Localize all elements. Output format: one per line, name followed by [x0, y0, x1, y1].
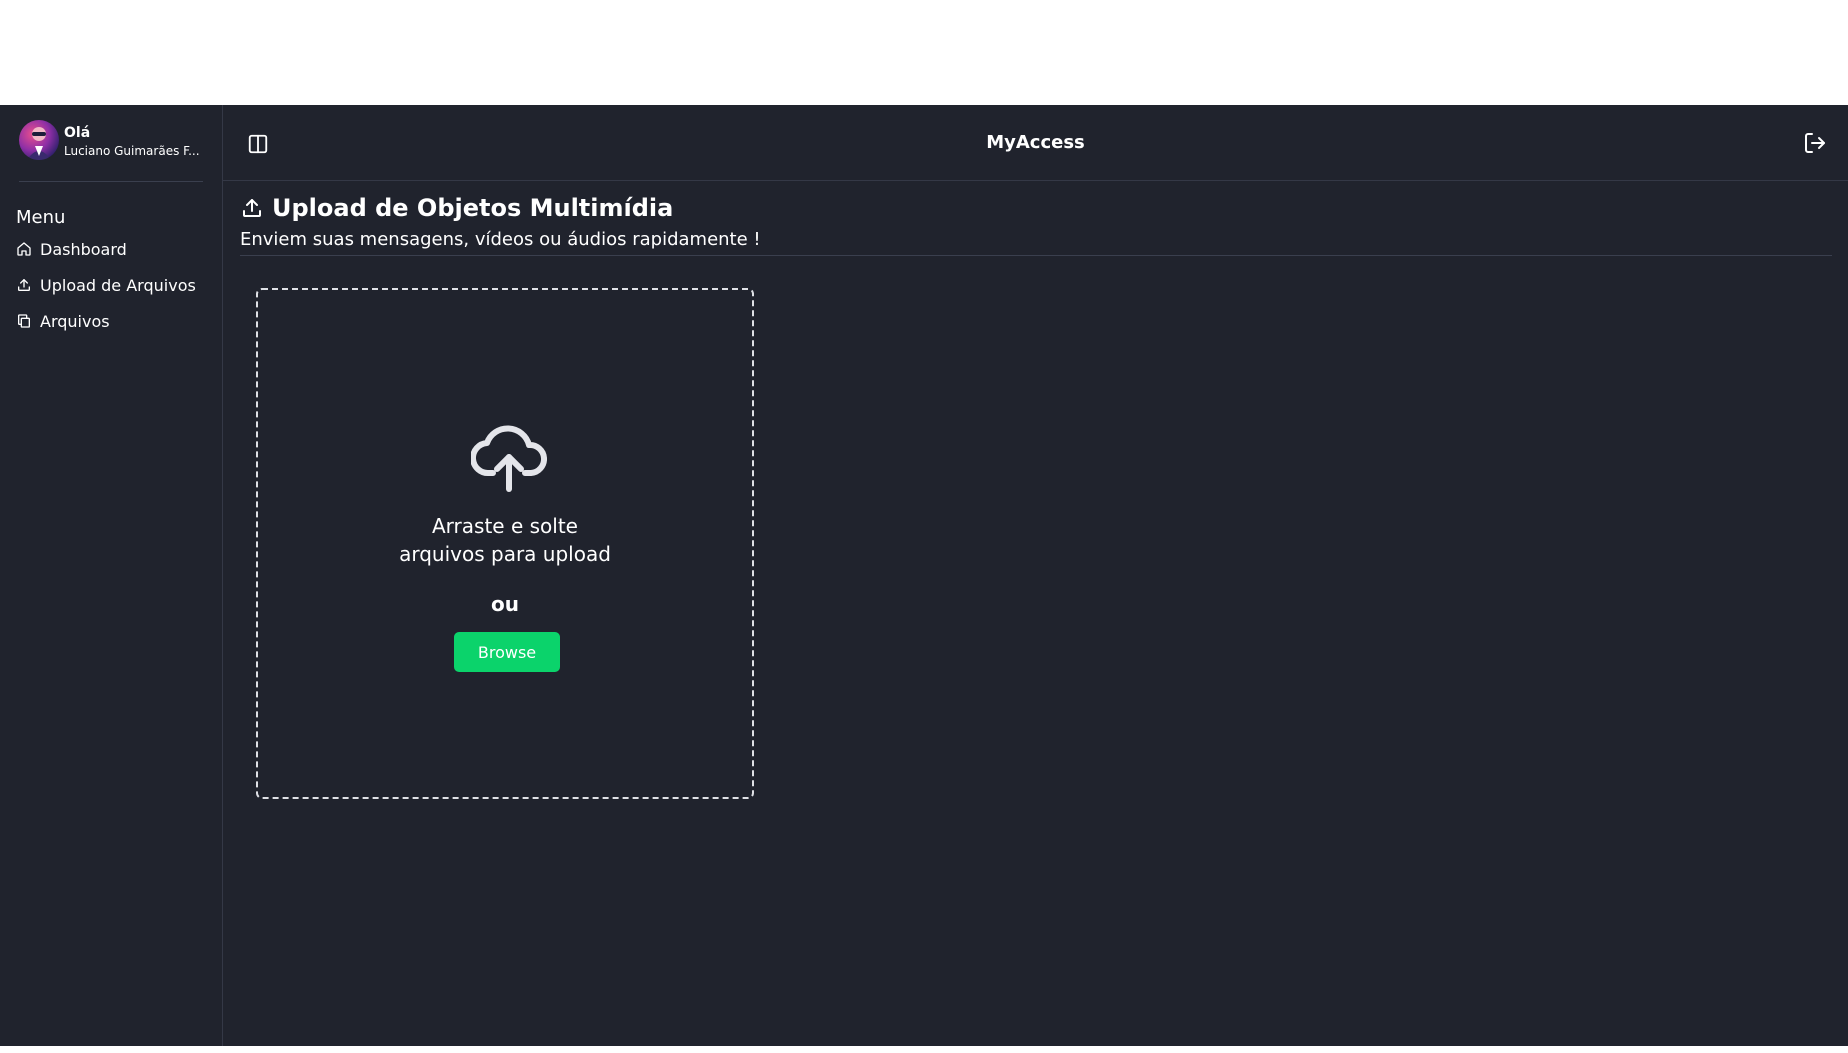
menu-title: Menu [16, 207, 66, 228]
top-bar: MyAccess [223, 105, 1848, 181]
copy-icon [16, 313, 32, 329]
dropzone-line-2: arquivos para upload [399, 542, 611, 566]
page-title: Upload de Objetos Multimídia [272, 194, 674, 222]
user-profile[interactable]: Olá Luciano Guimarães F... [19, 120, 203, 170]
sidebar-item-label: Upload de Arquivos [40, 275, 196, 295]
upload-icon [16, 277, 32, 293]
app-shell: Olá Luciano Guimarães F... Menu Dashboar… [0, 105, 1848, 1046]
logout-button[interactable] [1803, 131, 1827, 155]
page-header: Upload de Objetos Multimídia [240, 191, 673, 225]
sidebar-item-dashboard[interactable]: Dashboard [16, 237, 127, 261]
user-greeting: Olá [64, 125, 91, 141]
sidebar-item-upload[interactable]: Upload de Arquivos [16, 273, 196, 297]
app-title: MyAccess [986, 132, 1085, 153]
home-icon [16, 241, 32, 257]
page-subtitle: Enviem suas mensagens, vídeos ou áudios … [240, 229, 761, 250]
sidebar-item-arquivos[interactable]: Arquivos [16, 309, 110, 333]
dropzone-line-1: Arraste e solte [432, 514, 578, 538]
browse-button[interactable]: Browse [454, 632, 560, 672]
cloud-upload-icon [471, 425, 547, 492]
file-dropzone[interactable]: Arraste e solte arquivos para upload ou … [256, 288, 754, 799]
upload-icon [240, 196, 264, 220]
or-separator: ou [491, 592, 519, 616]
sidebar: Olá Luciano Guimarães F... Menu Dashboar… [0, 105, 223, 1046]
sidebar-item-label: Arquivos [40, 311, 110, 331]
logout-icon [1805, 133, 1825, 153]
sidebar-item-label: Dashboard [40, 239, 127, 259]
avatar [19, 120, 59, 160]
sidebar-divider [19, 181, 203, 182]
content-divider [240, 255, 1832, 256]
user-name: Luciano Guimarães F... [64, 144, 200, 158]
dropzone-instructions: Arraste e solte arquivos para upload [258, 512, 752, 568]
